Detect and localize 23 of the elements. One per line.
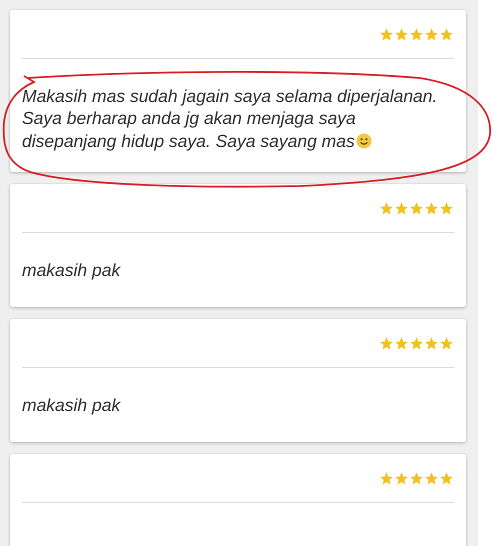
review-text: makasih pak xyxy=(22,394,122,417)
star-icon xyxy=(439,336,454,351)
star-icon xyxy=(424,336,439,351)
star-icon xyxy=(394,470,409,486)
star-icon xyxy=(439,200,454,216)
star-icon xyxy=(439,470,454,486)
star-icon xyxy=(394,200,409,216)
star-icon xyxy=(379,200,394,216)
review-text: makasih pak xyxy=(22,259,122,282)
star-icon xyxy=(379,470,394,486)
star-icon xyxy=(424,26,439,42)
star-icon xyxy=(409,470,424,486)
star-icon xyxy=(409,200,424,216)
star-icon xyxy=(379,26,394,42)
star-icon xyxy=(379,336,394,351)
review-text: Makasih mas sudah jagain saya selama diperjalanan. Saya berharap anda jg akan menjaga saya disepanjang hidup saya. Saya sayang mas xyxy=(22,85,438,152)
star-icon xyxy=(409,336,424,351)
star-icon xyxy=(439,26,454,42)
star-icon xyxy=(394,26,409,42)
star-icon xyxy=(409,26,424,42)
star-icon xyxy=(424,470,439,486)
star-icon xyxy=(394,336,409,351)
star-icon xyxy=(424,200,439,216)
